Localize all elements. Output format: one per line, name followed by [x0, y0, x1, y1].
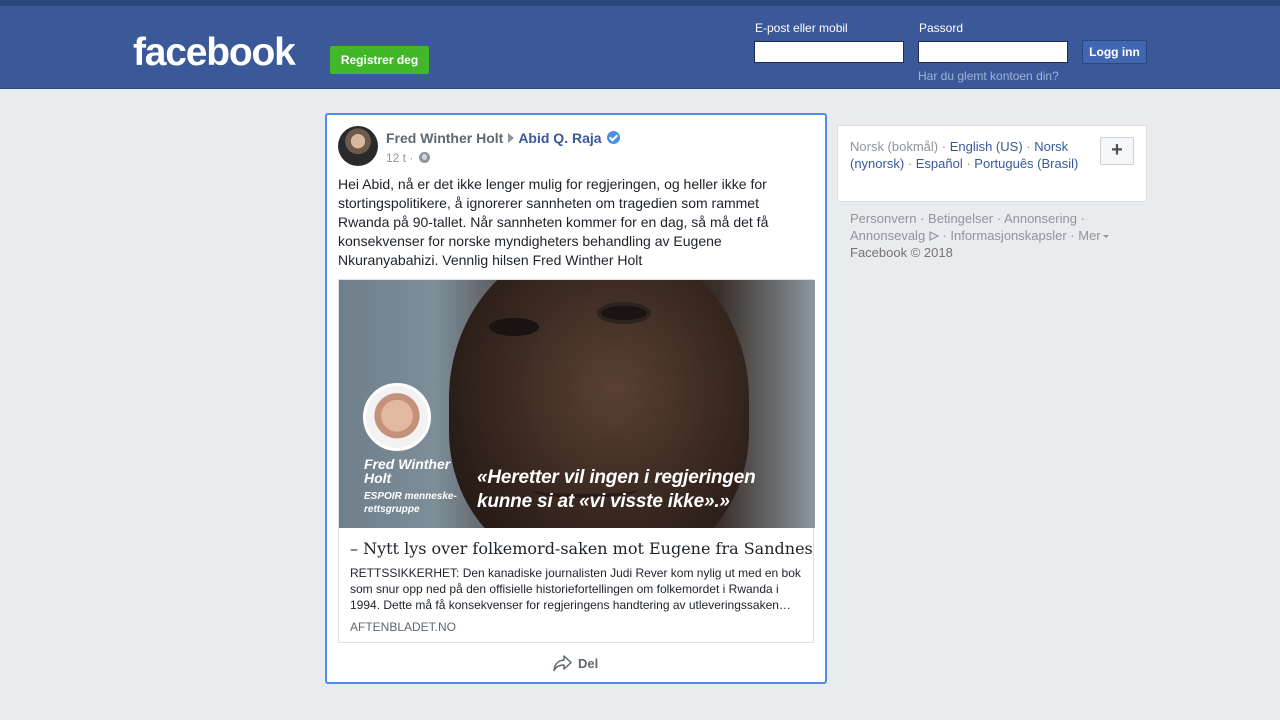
password-field[interactable]	[918, 41, 1068, 63]
image-quote-text: «Heretter vil ingen i regjeringen kunne …	[477, 467, 756, 512]
footer-links: Personvern · Betingelser · Annonsering ·…	[850, 210, 1140, 261]
author-name[interactable]: Fred Winther Holt	[386, 130, 503, 146]
inset-portrait-photo	[363, 383, 431, 451]
globe-icon	[418, 152, 430, 163]
dropdown-caret-icon	[1102, 235, 1109, 238]
portrait-eye	[597, 302, 651, 324]
link-preview-card[interactable]: ” Fred Winther Holt ESPOIR menneske-rett…	[338, 279, 815, 643]
post-card: Fred Winther Holt Abid Q. Raja 12 t · Hei…	[325, 113, 827, 684]
footer-link-terms[interactable]: Betingelser	[928, 211, 993, 226]
inset-org-caption: ESPOIR menneske-rettsgruppe	[364, 491, 457, 515]
footer-link-ad-choices[interactable]: Annonsevalg	[850, 228, 925, 243]
footer-link-ads[interactable]: Annonsering	[1004, 211, 1077, 226]
forgot-account-link[interactable]: Har du glemt kontoen din?	[918, 69, 1059, 83]
share-label: Del	[578, 655, 599, 671]
arrow-right-icon	[508, 133, 515, 143]
login-button[interactable]: Logg inn	[1082, 40, 1147, 64]
more-languages-button[interactable]: +	[1100, 137, 1134, 165]
post-header: Fred Winther Holt Abid Q. Raja	[386, 130, 620, 146]
language-link-english[interactable]: English (US)	[950, 139, 1023, 154]
post-meta: 12 t ·	[386, 151, 430, 165]
link-title[interactable]: – Nytt lys over folkemord-saken mot Euge…	[350, 539, 813, 558]
top-navigation-bar: facebook Registrer deg E-post eller mobi…	[0, 0, 1280, 89]
footer-link-cookies[interactable]: Informasjonskapsler	[950, 228, 1066, 243]
facebook-logo[interactable]: facebook	[133, 30, 296, 76]
email-label: E-post eller mobil	[755, 21, 848, 35]
link-domain: aftenbladet.no	[350, 620, 457, 634]
language-link-portugues[interactable]: Português (Brasil)	[974, 156, 1078, 171]
target-page-name[interactable]: Abid Q. Raja	[518, 130, 601, 146]
ad-choices-icon	[929, 231, 940, 241]
share-button[interactable]: Del	[553, 653, 598, 673]
copyright-text: Facebook © 2018	[850, 245, 953, 260]
portrait-eye	[489, 318, 539, 336]
post-timestamp[interactable]: 12 t ·	[386, 151, 413, 165]
language-link-espanol[interactable]: Español	[916, 156, 963, 171]
language-selector-box: Norsk (bokmål) · English (US) · Norsk (n…	[837, 125, 1147, 202]
footer-link-privacy[interactable]: Personvern	[850, 211, 916, 226]
current-language: Norsk (bokmål)	[850, 139, 939, 154]
register-button[interactable]: Registrer deg	[330, 46, 429, 74]
link-description: RETTSSIKKERHET: Den kanadiske journalist…	[350, 566, 801, 612]
top-strip	[0, 0, 1280, 6]
email-field[interactable]	[754, 41, 904, 63]
post-body-text: Hei Abid, nå er det ikke lenger mulig fo…	[338, 176, 769, 268]
share-arrow-icon	[553, 654, 572, 671]
author-avatar[interactable]	[338, 126, 378, 166]
link-preview-image[interactable]: ” Fred Winther Holt ESPOIR menneske-rett…	[339, 280, 815, 528]
verified-badge-icon	[606, 131, 620, 144]
language-list: Norsk (bokmål) · English (US) · Norsk (n…	[850, 139, 1079, 171]
footer-link-more[interactable]: Mer	[1078, 228, 1100, 243]
quote-mark-icon: ”	[741, 280, 791, 331]
password-label: Passord	[919, 21, 964, 35]
inset-name-caption: Fred Winther Holt	[364, 456, 451, 486]
